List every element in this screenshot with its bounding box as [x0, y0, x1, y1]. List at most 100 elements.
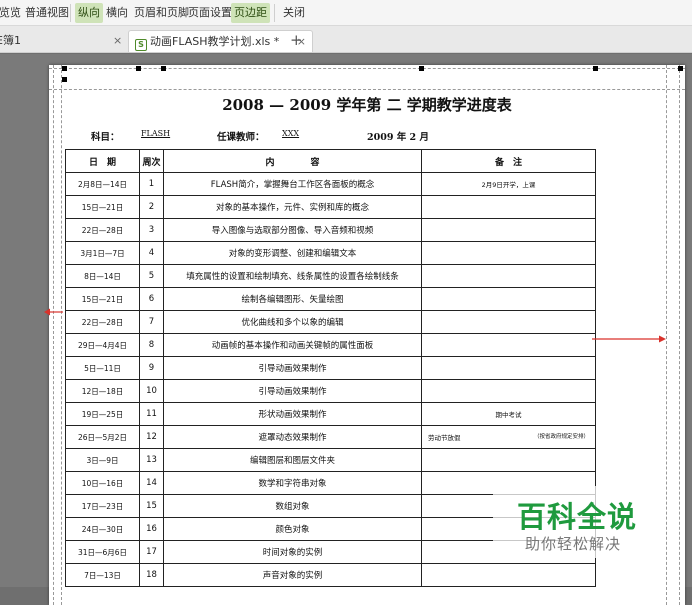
week-cell[interactable]: 9	[139, 356, 164, 380]
ribbon-close-button[interactable]: 关闭	[280, 3, 308, 23]
top-margin-line[interactable]	[49, 68, 685, 69]
week-cell[interactable]: 8	[139, 333, 164, 357]
content-cell[interactable]: 引导动画效果制作	[163, 379, 422, 403]
date-cell[interactable]: 8日—14日	[65, 264, 140, 288]
note-cell[interactable]	[421, 241, 596, 265]
content-cell[interactable]: 填充属性的设置和绘制填充、线条属性的设置各绘制线条	[163, 264, 422, 288]
content-cell[interactable]: 动画帧的基本操作和动画关键帧的属性面板	[163, 333, 422, 357]
date-cell[interactable]: 29日—4月4日	[65, 333, 140, 357]
date-cell[interactable]: 22日—28日	[65, 218, 140, 242]
week-cell[interactable]: 3	[139, 218, 164, 242]
content-cell[interactable]: 绘制各编辑图形、矢量绘图	[163, 287, 422, 311]
header-content: 内 容	[163, 149, 422, 173]
note-cell[interactable]	[421, 218, 596, 242]
note-cell[interactable]: 期中考试	[421, 402, 596, 426]
content-cell[interactable]: 对象的基本操作，元件、实例和库的概念	[163, 195, 422, 219]
date-cell[interactable]: 12日—18日	[65, 379, 140, 403]
tab-workbook1[interactable]: E簿1	[0, 30, 21, 52]
ribbon-page-setup-button[interactable]: 页面设置	[185, 3, 235, 23]
content-cell[interactable]: 引导动画效果制作	[163, 356, 422, 380]
week-cell[interactable]: 4	[139, 241, 164, 265]
date-cell[interactable]: 26日—5月2日	[65, 425, 140, 449]
ribbon-header-footer-button[interactable]: 页眉和页脚	[131, 3, 192, 23]
header-margin-line[interactable]	[49, 89, 685, 90]
week-cell[interactable]: 1	[139, 172, 164, 196]
date-cell[interactable]: 15日—21日	[65, 287, 140, 311]
content-cell[interactable]: 优化曲线和多个以象的编辑	[163, 310, 422, 334]
date-cell[interactable]: 24日—30日	[65, 517, 140, 541]
date-cell[interactable]: 17日—23日	[65, 494, 140, 518]
date-cell[interactable]: 19日—25日	[65, 402, 140, 426]
content-cell[interactable]: 对象的变形调整、创建和编辑文本	[163, 241, 422, 265]
note-cell[interactable]	[421, 356, 596, 380]
content-cell[interactable]: 数学和字符串对象	[163, 471, 422, 495]
content-cell[interactable]: 时间对象的实例	[163, 540, 422, 564]
watermark-title: 百科全说	[517, 500, 638, 534]
content-cell[interactable]: 数组对象	[163, 494, 422, 518]
note-cell[interactable]	[421, 379, 596, 403]
week-cell[interactable]: 5	[139, 264, 164, 288]
ribbon-margins-button[interactable]: 页边距	[231, 3, 270, 23]
week-cell[interactable]: 14	[139, 471, 164, 495]
column-handle[interactable]	[136, 66, 141, 71]
ribbon-portrait-button[interactable]: 纵向	[75, 3, 103, 23]
right-outer-margin-line[interactable]	[679, 65, 680, 605]
week-cell[interactable]: 17	[139, 540, 164, 564]
content-cell[interactable]: 编辑图层和图层文件夹	[163, 448, 422, 472]
date-cell[interactable]: 5日—11日	[65, 356, 140, 380]
left-margin-line[interactable]	[53, 65, 54, 605]
column-handle[interactable]	[593, 66, 598, 71]
ribbon-normal-view-button[interactable]: 普通视图	[22, 3, 72, 23]
week-cell[interactable]: 13	[139, 448, 164, 472]
date-cell[interactable]: 31日—6月6日	[65, 540, 140, 564]
column-handle[interactable]	[419, 66, 424, 71]
week-cell[interactable]: 12	[139, 425, 164, 449]
note-cell[interactable]	[421, 333, 596, 357]
date-cell[interactable]: 2月8日—14日	[65, 172, 140, 196]
print-preview-toolbar: 览览 普通视图 纵向 横向 页眉和页脚 页面设置 页边距 关闭	[0, 0, 692, 26]
margin-handle[interactable]	[62, 77, 67, 82]
new-tab-button[interactable]: +	[290, 30, 303, 52]
margin-handle[interactable]	[62, 66, 67, 71]
right-margin-line[interactable]	[666, 65, 667, 605]
date-cell[interactable]: 22日—28日	[65, 310, 140, 334]
table-row: 8日—14日 5 填充属性的设置和绘制填充、线条属性的设置各绘制线条	[65, 264, 596, 288]
date-cell[interactable]: 15日—21日	[65, 195, 140, 219]
week-cell[interactable]: 15	[139, 494, 164, 518]
week-cell[interactable]: 11	[139, 402, 164, 426]
date-cell[interactable]: 3月1日—7日	[65, 241, 140, 265]
date-cell[interactable]: 10日—16日	[65, 471, 140, 495]
week-cell[interactable]: 10	[139, 379, 164, 403]
content-cell[interactable]: FLASH简介，掌握舞台工作区各面板的概念	[163, 172, 422, 196]
note-cell[interactable]: 劳动节放假 （按省政府规定安排）	[421, 425, 596, 449]
column-handle[interactable]	[161, 66, 166, 71]
left-inner-margin-line[interactable]	[61, 65, 62, 605]
date-cell[interactable]: 7日—13日	[65, 563, 140, 587]
content-cell[interactable]: 形状动画效果制作	[163, 402, 422, 426]
note-cell[interactable]	[421, 310, 596, 334]
content-cell[interactable]: 导入图像与选取部分图像、导入音频和视频	[163, 218, 422, 242]
date-cell[interactable]: 3日—9日	[65, 448, 140, 472]
left-margin-arrow-icon	[44, 308, 63, 316]
week-cell[interactable]: 6	[139, 287, 164, 311]
content-cell[interactable]: 声音对象的实例	[163, 563, 422, 587]
content-cell[interactable]: 遮罩动态效果制作	[163, 425, 422, 449]
tab-flash-plan[interactable]: S 动画FLASH教学计划.xls * ×	[128, 30, 313, 52]
note-cell[interactable]	[421, 195, 596, 219]
content-cell[interactable]: 颜色对象	[163, 517, 422, 541]
note-cell[interactable]	[421, 563, 596, 587]
note-cell[interactable]	[421, 448, 596, 472]
week-cell[interactable]: 2	[139, 195, 164, 219]
note-cell[interactable]: 2月9日开学，上课	[421, 172, 596, 196]
week-cell[interactable]: 7	[139, 310, 164, 334]
note-cell[interactable]	[421, 287, 596, 311]
week-cell[interactable]: 16	[139, 517, 164, 541]
margin-handle[interactable]	[678, 66, 683, 71]
document-meta-row: 科目： FLASH 任课教师： XXX 2009 年 2 月	[49, 129, 685, 145]
ribbon-landscape-button[interactable]: 横向	[103, 3, 131, 23]
ribbon-preview-button[interactable]: 览览	[0, 3, 24, 23]
note-cell[interactable]	[421, 264, 596, 288]
week-cell[interactable]: 18	[139, 563, 164, 587]
close-icon[interactable]: ×	[113, 30, 122, 52]
table-row: 22日—28日 3 导入图像与选取部分图像、导入音频和视频	[65, 218, 596, 242]
